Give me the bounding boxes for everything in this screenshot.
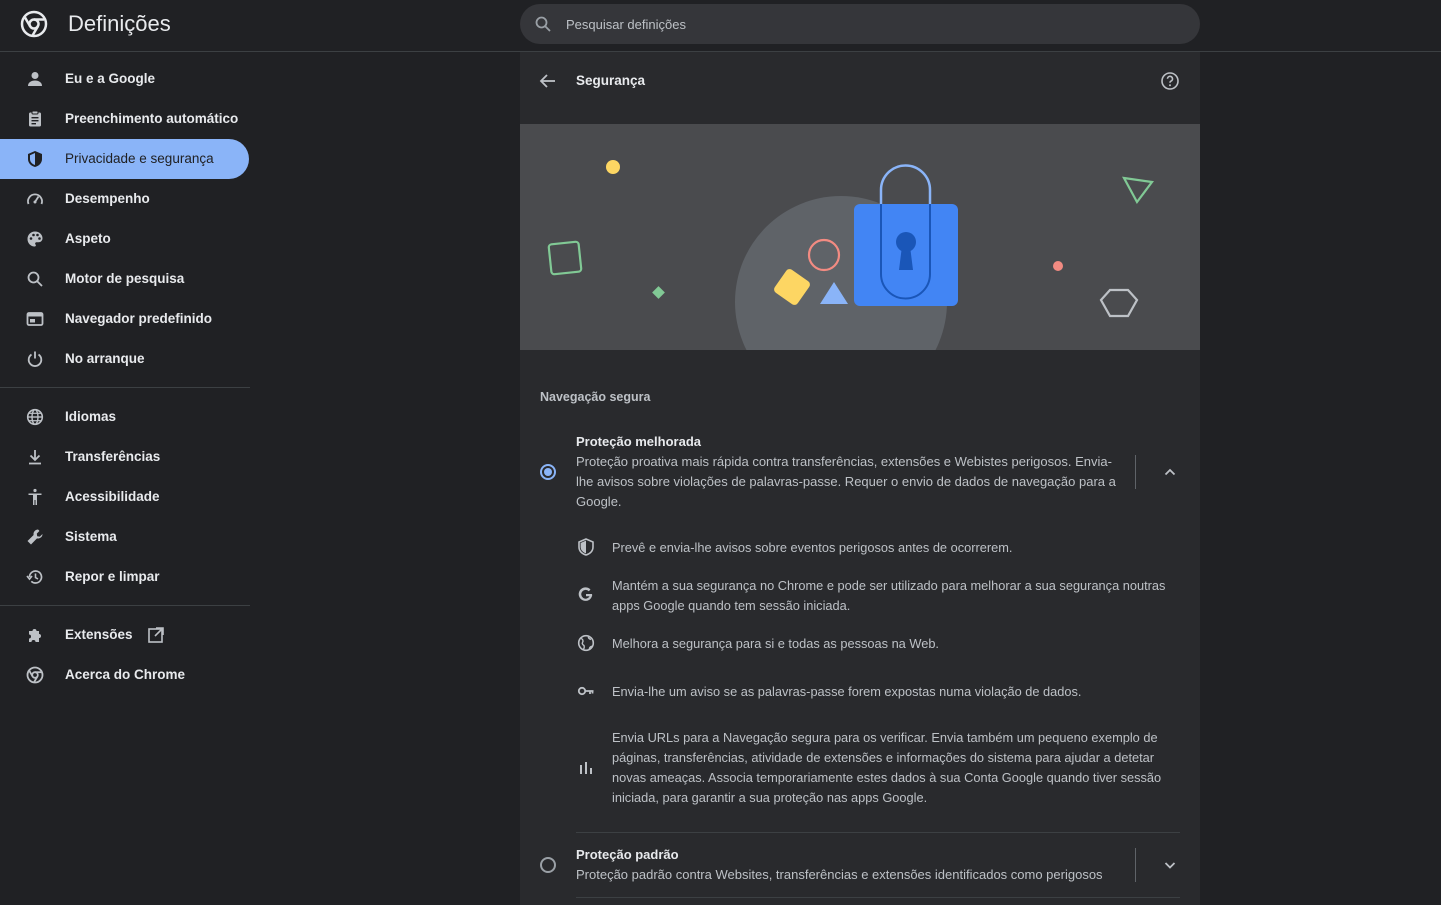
- sidebar: Eu e a Google Preenchimento automático P…: [0, 59, 252, 695]
- sidebar-item-languages[interactable]: Idiomas: [0, 397, 249, 437]
- detail-line: iniciada, para garantir a sua proteção n…: [612, 790, 928, 805]
- sidebar-item-performance[interactable]: Desempenho: [0, 179, 249, 219]
- option-divider: [1135, 848, 1136, 882]
- sidebar-item-label: Eu e a Google: [65, 71, 156, 86]
- sidebar-item-label: Privacidade e segurança: [65, 151, 214, 166]
- description-line: Google.: [576, 494, 622, 509]
- sidebar-item-on-startup[interactable]: No arranque: [0, 339, 249, 379]
- detail-text-predict: Prevê e envia-lhe avisos sobre eventos p…: [612, 538, 1182, 558]
- sidebar-item-label: Repor e limpar: [65, 569, 160, 584]
- detail-line: Melhora a segurança para si e todas as p…: [612, 636, 939, 651]
- sidebar-item-label: Navegador predefinido: [65, 311, 213, 326]
- detail-line: Mantém a sua segurança no Chrome e pode …: [612, 578, 1166, 593]
- page-header: Segurança: [520, 52, 1200, 124]
- history-icon: [26, 570, 43, 584]
- sidebar-item-search-engine[interactable]: Motor de pesquisa: [0, 259, 249, 299]
- detail-line: Prevê e envia-lhe avisos sobre eventos p…: [612, 540, 1013, 555]
- detail-line: Envia-lhe um aviso se as palavras-passe …: [612, 684, 1082, 699]
- detail-line: Envia URLs para a Navegação segura para …: [612, 730, 1158, 745]
- sidebar-item-appearance[interactable]: Aspeto: [0, 219, 249, 259]
- option-description-standard: Proteção padrão contra Websites, transfe…: [576, 865, 1103, 885]
- radio-enhanced-protection[interactable]: [540, 464, 556, 480]
- sidebar-item-label: Acerca do Chrome: [65, 667, 186, 682]
- option-title-enhanced: Proteção melhorada: [576, 434, 701, 449]
- option-separator: [576, 897, 1180, 898]
- sidebar-item-system[interactable]: Sistema: [0, 517, 249, 557]
- globe-icon: [26, 408, 44, 426]
- detail-line: apps Google quando tem sessão iniciada.: [612, 598, 851, 613]
- search-box[interactable]: [520, 4, 1200, 44]
- chevron-up-icon[interactable]: [1160, 462, 1180, 482]
- radio-standard-protection[interactable]: [540, 857, 556, 873]
- sidebar-divider: [0, 605, 250, 606]
- sidebar-item-you-and-google[interactable]: Eu e a Google: [0, 59, 249, 99]
- accessibility-icon: [28, 488, 42, 505]
- sidebar-item-label: Idiomas: [65, 409, 117, 424]
- bar-chart-icon: [580, 762, 592, 774]
- main-panel: Segurança Navegação segura Proteção melh…: [520, 52, 1200, 905]
- search-icon: [27, 271, 43, 287]
- help-icon[interactable]: [1160, 71, 1180, 91]
- search-input[interactable]: [566, 4, 1166, 44]
- detail-text-password: Envia-lhe um aviso se as palavras-passe …: [612, 682, 1182, 702]
- option-separator: [576, 832, 1180, 833]
- sidebar-item-label: Aspeto: [65, 231, 111, 246]
- sidebar-item-label: Extensões: [65, 627, 133, 642]
- option-description-enhanced: Proteção proativa mais rápida contra tra…: [576, 452, 1116, 512]
- detail-line: páginas, transferências, atividade de ex…: [612, 750, 1155, 765]
- sidebar-item-label: Motor de pesquisa: [65, 271, 185, 286]
- sidebar-item-label: Preenchimento automático: [65, 111, 239, 126]
- sidebar-item-privacy-security[interactable]: Privacidade e segurança: [0, 139, 249, 179]
- lock-illustration-icon: [547, 160, 1154, 350]
- open-in-new-icon[interactable]: [147, 626, 165, 644]
- sidebar-item-autofill[interactable]: Preenchimento automático: [0, 99, 249, 139]
- page-title: Segurança: [576, 73, 646, 88]
- option-divider: [1135, 455, 1136, 489]
- google-g-icon: [578, 587, 593, 601]
- sidebar-item-label: Transferências: [65, 449, 161, 464]
- sidebar-item-default-browser[interactable]: Navegador predefinido: [0, 299, 249, 339]
- sidebar-item-label: Acessibilidade: [65, 489, 160, 504]
- detail-line: novas ameaças. Associa temporariamente e…: [612, 770, 1162, 785]
- chrome-logo-icon: [20, 10, 48, 38]
- palette-icon: [27, 231, 43, 247]
- sidebar-item-accessibility[interactable]: Acessibilidade: [0, 477, 249, 517]
- globe-icon: [577, 634, 595, 652]
- detail-text-urls: Envia URLs para a Navegação segura para …: [612, 728, 1182, 808]
- app-title: Definições: [68, 11, 171, 36]
- security-illustration: [520, 124, 1200, 350]
- section-label-safe-browsing: Navegação segura: [540, 390, 651, 404]
- sidebar-divider: [0, 387, 250, 388]
- sidebar-item-downloads[interactable]: Transferências: [0, 437, 249, 477]
- sidebar-item-label: Desempenho: [65, 191, 150, 206]
- description-line: Proteção padrão contra Websites, transfe…: [576, 867, 1103, 882]
- description-line: lhe avisos sobre violações de palavras-p…: [576, 474, 1116, 489]
- chrome-icon: [26, 666, 44, 684]
- back-arrow-icon[interactable]: [538, 71, 558, 91]
- shield-icon: [578, 538, 594, 556]
- download-icon: [29, 450, 41, 465]
- shield-icon: [28, 151, 42, 167]
- key-icon: [577, 686, 594, 696]
- sidebar-item-label: Sistema: [65, 529, 117, 544]
- chevron-down-icon[interactable]: [1160, 855, 1180, 875]
- top-bar: Definições: [0, 0, 1441, 52]
- description-line: Proteção proativa mais rápida contra tra…: [576, 454, 1112, 469]
- sidebar-item-reset[interactable]: Repor e limpar: [0, 557, 249, 597]
- wrench-icon: [27, 529, 43, 545]
- option-title-standard: Proteção padrão: [576, 847, 679, 862]
- sidebar-item-label: No arranque: [65, 351, 145, 366]
- puzzle-icon: [29, 629, 41, 642]
- speedometer-icon: [27, 193, 43, 205]
- power-icon: [27, 351, 43, 367]
- clipboard-icon: [29, 110, 41, 127]
- sidebar-item-about-chrome[interactable]: Acerca do Chrome: [0, 655, 249, 695]
- detail-text-google-apps: Mantém a sua segurança no Chrome e pode …: [612, 576, 1182, 616]
- search-icon: [535, 16, 551, 32]
- person-icon: [28, 72, 42, 86]
- detail-text-web-safety: Melhora a segurança para si e todas as p…: [612, 634, 1182, 654]
- browser-icon: [26, 312, 44, 326]
- sidebar-item-extensions[interactable]: Extensões: [0, 615, 249, 655]
